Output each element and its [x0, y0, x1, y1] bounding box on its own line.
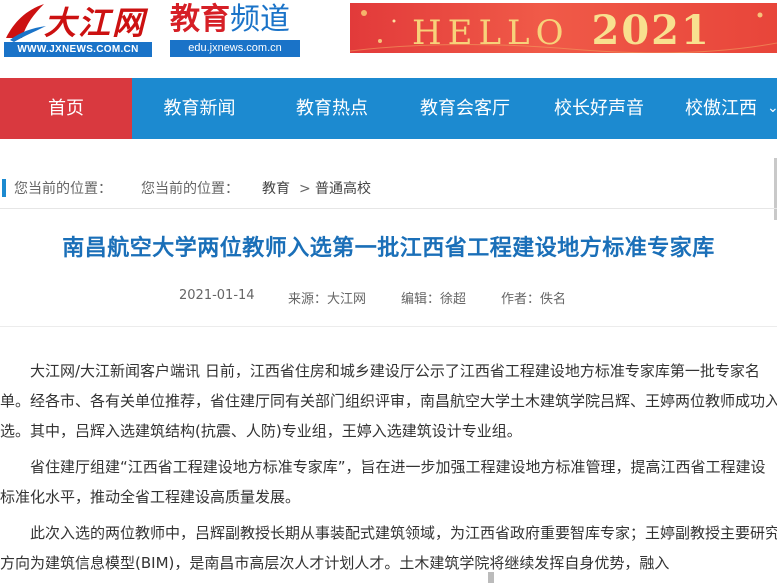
nav-item-education-lounge[interactable]: 教育会客厅	[397, 78, 533, 139]
article-author: 作者：佚名	[501, 292, 567, 307]
article-paragraph: 大江网/大江新闻客户端讯 日前，江西省住房和城乡建设厅公示了江西省工程建设地方标…	[0, 362, 777, 440]
banner-year: 2021	[591, 7, 711, 53]
logo-name: 大江网	[44, 4, 147, 42]
main-nav: 首页 教育新闻 教育热点 教育会客厅 校长好声音 校傲江西 ⌄	[0, 78, 777, 139]
channel-url: edu.jxnews.com.cn	[170, 40, 300, 57]
nav-item-home[interactable]: 首页	[0, 78, 132, 139]
nav-item-education-hotspots[interactable]: 教育热点	[267, 78, 397, 139]
channel-logo[interactable]: 教育频道 edu.jxnews.com.cn	[170, 2, 310, 58]
breadcrumb-link-education[interactable]: 教育	[262, 178, 290, 200]
article-source: 来源：大江网	[288, 292, 367, 307]
breadcrumb-prefix-2: 您当前的位置：	[141, 181, 239, 197]
article-editor: 编辑：徐超	[401, 292, 467, 307]
article-paragraph: 此次入选的两位教师中，吕辉副教授长期从事装配式建筑领域，为江西省政府重要智库专家…	[0, 524, 777, 572]
article-paragraph: 省住建厅组建“江西省工程建设地方标准专家库”，旨在进一步加强工程建设地方标准管理…	[0, 458, 766, 506]
article-body: 大江网/大江新闻客户端讯 日前，江西省住房和城乡建设厅公示了江西省工程建设地方标…	[0, 356, 777, 584]
logo-swoosh-icon	[6, 4, 46, 42]
breadcrumb: 您当前的位置： 您当前的位置： 教育 > 普通高校	[0, 174, 777, 204]
breadcrumb-link-universities[interactable]: 普通高校	[315, 178, 371, 200]
nav-more-chevron-icon[interactable]: ⌄	[767, 78, 777, 139]
nav-item-school-pride[interactable]: 校傲江西	[665, 78, 777, 139]
channel-name-part1: 教育	[170, 2, 230, 37]
breadcrumb-prefix: 您当前的位置：	[14, 181, 112, 197]
hello-2021-banner[interactable]: HELLO 2021	[350, 3, 777, 53]
nav-item-education-news[interactable]: 教育新闻	[132, 78, 267, 139]
logo-url: WWW.JXNEWS.COM.CN	[4, 42, 152, 57]
channel-name: 教育频道	[170, 0, 290, 40]
site-logo[interactable]: 大江网 WWW.JXNEWS.COM.CN	[4, 2, 154, 58]
banner-hello: HELLO	[412, 13, 570, 53]
floating-marker	[488, 572, 494, 583]
channel-name-part2: 频道	[230, 2, 290, 37]
breadcrumb-accent	[2, 179, 6, 197]
meta-divider	[0, 326, 777, 327]
banner-text: HELLO 2021	[412, 7, 711, 53]
breadcrumb-separator: >	[299, 181, 311, 197]
breadcrumb-divider	[0, 208, 777, 209]
article-title: 南昌航空大学两位教师入选第一批江西省工程建设地方标准专家库	[62, 236, 715, 261]
nav-item-principal-voices[interactable]: 校长好声音	[533, 78, 665, 139]
article-date: 2021-01-14	[179, 288, 255, 303]
